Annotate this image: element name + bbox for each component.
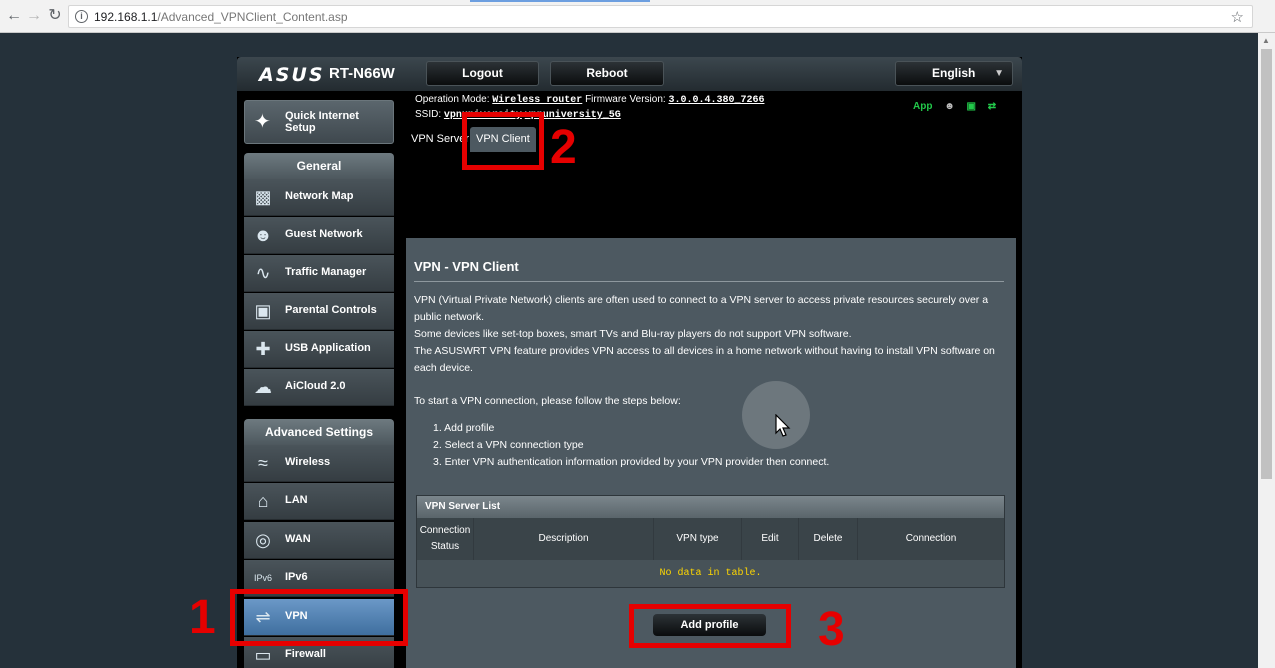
sidebar-item-label: WAN xyxy=(285,533,311,545)
scroll-up-icon[interactable]: ▲ xyxy=(1262,36,1270,45)
vpn-server-list-table: VPN Server List Connection Status Descri… xyxy=(416,495,1005,588)
operation-mode-link[interactable]: Wireless router xyxy=(492,95,582,106)
language-label: English xyxy=(932,66,976,80)
sidebar-item-aicloud[interactable]: ☁ AiCloud 2.0 xyxy=(244,369,394,406)
column-connection-status: Connection Status xyxy=(417,518,474,560)
sidebar-item-wan[interactable]: ◎ WAN xyxy=(244,522,394,559)
wifi-icon: ≈ xyxy=(258,453,268,473)
guest-network-icon: ☻ xyxy=(253,225,273,245)
description-paragraph-2: Some devices like set-top boxes, smart T… xyxy=(414,328,852,340)
star-icon[interactable]: ☆ xyxy=(1231,8,1244,26)
arrow-left-icon[interactable]: ← xyxy=(5,7,23,25)
cloud-icon: ☁ xyxy=(254,377,272,397)
lock-icon: ▣ xyxy=(254,301,272,321)
magic-wand-icon: ✦ xyxy=(254,111,271,133)
shield-icon: ▭ xyxy=(254,645,272,665)
globe-icon: ◎ xyxy=(255,530,271,550)
clients-icon[interactable]: ☻ xyxy=(944,101,955,112)
sidebar-item-label: LAN xyxy=(285,494,308,506)
sidebar-item-label: Firewall xyxy=(285,648,326,660)
annotation-number-3: 3 xyxy=(818,603,845,656)
reboot-button[interactable]: Reboot xyxy=(550,61,664,86)
sidebar-item-label: IPv6 xyxy=(285,571,308,583)
reload-icon[interactable]: ↻ xyxy=(46,7,64,25)
usb-icon[interactable]: ⇄ xyxy=(988,101,996,112)
app-link[interactable]: App xyxy=(913,101,932,112)
sidebar-item-label: Parental Controls xyxy=(285,304,377,316)
language-select[interactable]: English ▼ xyxy=(895,61,1013,86)
model-name: RT-N66W xyxy=(329,65,395,82)
scrollbar-thumb[interactable] xyxy=(1261,49,1272,479)
ipv6-icon: IPv6 xyxy=(253,573,272,583)
page-title: VPN - VPN Client xyxy=(414,259,519,274)
step-3: 3. Enter VPN authentication information … xyxy=(433,456,830,468)
column-delete: Delete xyxy=(799,518,858,560)
url-text: 192.168.1.1/Advanced_VPNClient_Content.a… xyxy=(94,10,348,24)
operation-mode-line: Operation Mode: Wireless router Firmware… xyxy=(415,94,765,106)
column-edit: Edit xyxy=(742,518,799,560)
info-icon[interactable]: i xyxy=(75,10,88,23)
empty-table-message: No data in table. xyxy=(417,560,1004,587)
annotation-box-1 xyxy=(230,589,408,646)
puzzle-icon: ✚ xyxy=(255,339,271,359)
step-1: 1. Add profile xyxy=(433,422,495,434)
scrollbar[interactable]: ▲ xyxy=(1258,33,1275,668)
sidebar-item-guest-network[interactable]: ☻ Guest Network xyxy=(244,217,394,254)
firmware-version-link[interactable]: 3.0.0.4.380_7266 xyxy=(668,95,764,106)
home-icon: ⌂ xyxy=(257,491,269,511)
chevron-down-icon: ▼ xyxy=(994,68,1004,79)
annotation-number-2: 2 xyxy=(550,121,577,174)
asus-logo: ASUS xyxy=(259,64,325,86)
traffic-manager-icon: ∿ xyxy=(255,263,271,283)
general-header: General xyxy=(244,153,394,179)
sidebar-item-label: AiCloud 2.0 xyxy=(285,380,346,392)
sidebar-item-usb-application[interactable]: ✚ USB Application xyxy=(244,331,394,368)
description-paragraph-3: The ASUSWRT VPN feature provides VPN acc… xyxy=(414,345,995,374)
quick-internet-setup-button[interactable]: ✦ Quick Internet Setup xyxy=(244,100,394,144)
mouse-cursor-icon xyxy=(775,414,791,437)
network-map-icon: ▩ xyxy=(254,187,272,207)
address-bar[interactable]: i 192.168.1.1/Advanced_VPNClient_Content… xyxy=(68,5,1253,28)
logout-button[interactable]: Logout xyxy=(426,61,539,86)
arrow-right-icon[interactable]: → xyxy=(25,7,43,25)
sidebar-item-wireless[interactable]: ≈ Wireless xyxy=(244,445,394,482)
step-2: 2. Select a VPN connection type xyxy=(433,439,584,451)
description-paragraph-1: VPN (Virtual Private Network) clients ar… xyxy=(414,294,989,323)
sidebar-item-traffic-manager[interactable]: ∿ Traffic Manager xyxy=(244,255,394,292)
title-divider xyxy=(414,281,1004,282)
steps-intro: To start a VPN connection, please follow… xyxy=(414,395,681,407)
browser-toolbar: ← → ↻ i 192.168.1.1/Advanced_VPNClient_C… xyxy=(0,0,1275,33)
column-description: Description xyxy=(474,518,654,560)
qis-label: Quick Internet Setup xyxy=(285,110,359,134)
network-status-icon[interactable]: ▣ xyxy=(967,101,976,112)
annotation-box-2 xyxy=(462,112,544,170)
sidebar-item-label: Traffic Manager xyxy=(285,266,367,278)
advanced-settings-header: Advanced Settings xyxy=(244,419,394,445)
sidebar-item-lan[interactable]: ⌂ LAN xyxy=(244,483,394,520)
table-title: VPN Server List xyxy=(417,496,1004,518)
sidebar-item-label: Network Map xyxy=(285,190,354,202)
sidebar-item-parental-controls[interactable]: ▣ Parental Controls xyxy=(244,293,394,330)
status-icons: App ☻ ▣ ⇄ xyxy=(913,101,1005,117)
column-connection: Connection xyxy=(858,518,1004,560)
sidebar-item-label: Wireless xyxy=(285,456,331,468)
annotation-number-1: 1 xyxy=(189,591,216,644)
top-bar: ASUS RT-N66W Logout Reboot English ▼ xyxy=(237,57,1022,91)
sidebar-item-network-map[interactable]: ▩ Network Map xyxy=(244,179,394,216)
sidebar-item-label: Guest Network xyxy=(285,228,363,240)
tab-accent xyxy=(470,0,650,2)
sidebar-item-label: USB Application xyxy=(285,342,371,354)
router-frame: ASUS RT-N66W Logout Reboot English ▼ Oper… xyxy=(237,57,1022,668)
column-vpn-type: VPN type xyxy=(654,518,742,560)
annotation-box-3 xyxy=(629,604,791,648)
